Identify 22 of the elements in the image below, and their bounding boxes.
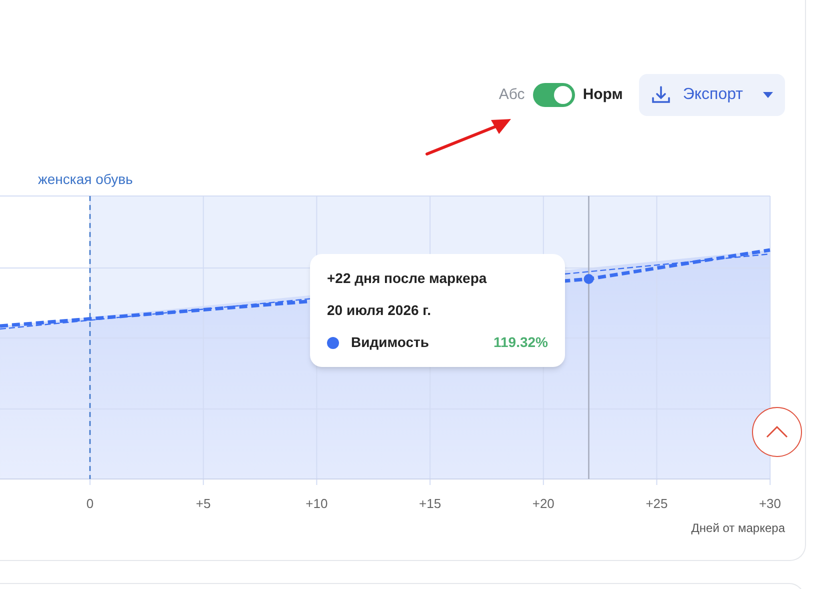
chevron-up-icon: [766, 426, 788, 438]
x-tick-label: +5: [196, 496, 211, 511]
tooltip-date: 20 июля 2026 г.: [327, 301, 432, 320]
x-tick-label: +10: [306, 496, 328, 511]
tooltip-title: +22 дня после маркера: [327, 269, 488, 288]
toggle-left-label: Абс: [498, 84, 525, 105]
download-icon: [650, 85, 671, 105]
x-tick-label: +25: [646, 496, 668, 511]
data-point: [584, 274, 594, 284]
x-tick-label: +30: [758, 496, 782, 511]
series-name: Видимость: [351, 333, 429, 352]
mode-toggle[interactable]: [532, 83, 575, 107]
caret-icon: [763, 92, 773, 98]
x-tick-label: 0: [86, 496, 94, 511]
toggle-right-label: Норм: [582, 84, 623, 105]
marker-label: женская обувь: [38, 171, 133, 187]
series-value: 119.32%: [494, 333, 548, 352]
x-tick-label: +20: [532, 496, 554, 511]
x-tick-label: +15: [419, 496, 442, 511]
x-axis-label: Дней от маркера: [691, 520, 785, 537]
export-button[interactable]: Экспорт: [638, 74, 785, 116]
scroll-up-button[interactable]: [752, 407, 802, 457]
